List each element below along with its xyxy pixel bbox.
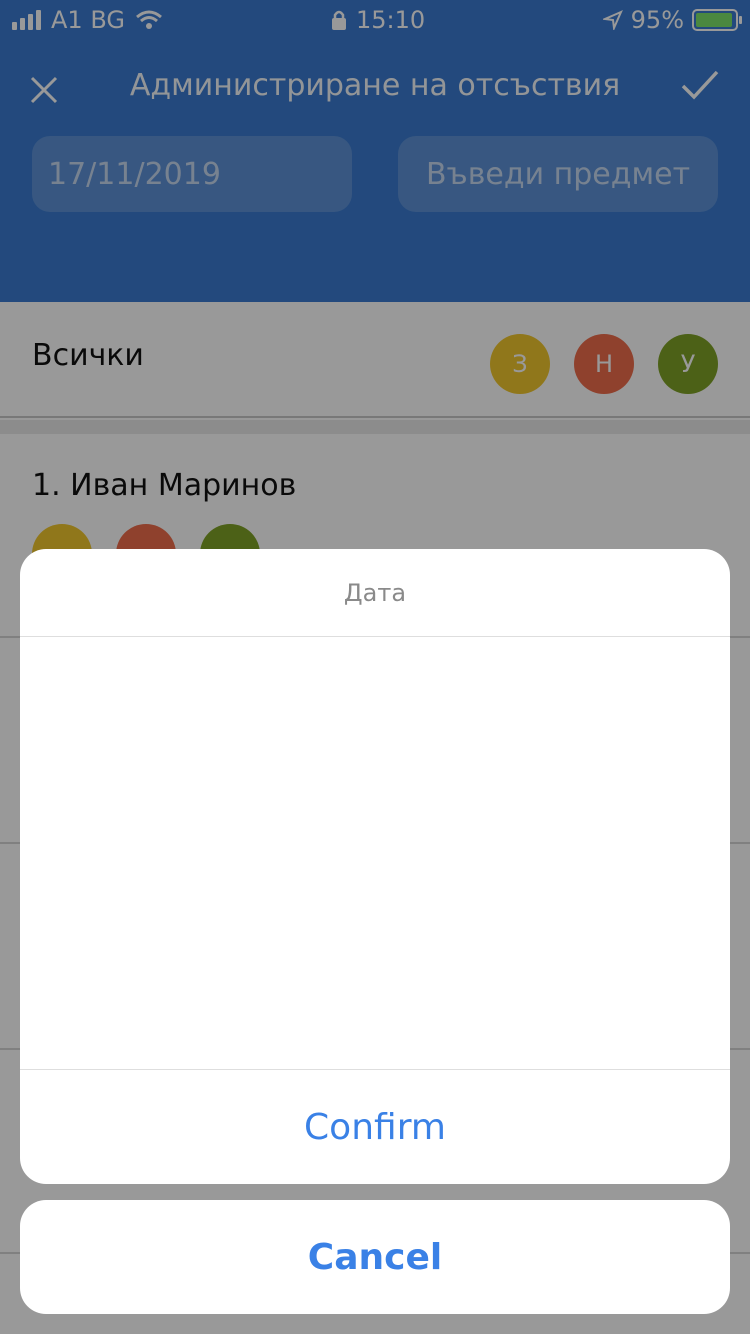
picker-title: Дата [20, 549, 730, 637]
confirm-button[interactable]: Confirm [20, 1070, 730, 1184]
cancel-button[interactable]: Cancel [20, 1200, 730, 1314]
date-picker-wheel[interactable] [20, 637, 730, 1070]
date-picker-sheet: Дата Confirm [20, 549, 730, 1184]
cancel-sheet: Cancel [20, 1200, 730, 1314]
